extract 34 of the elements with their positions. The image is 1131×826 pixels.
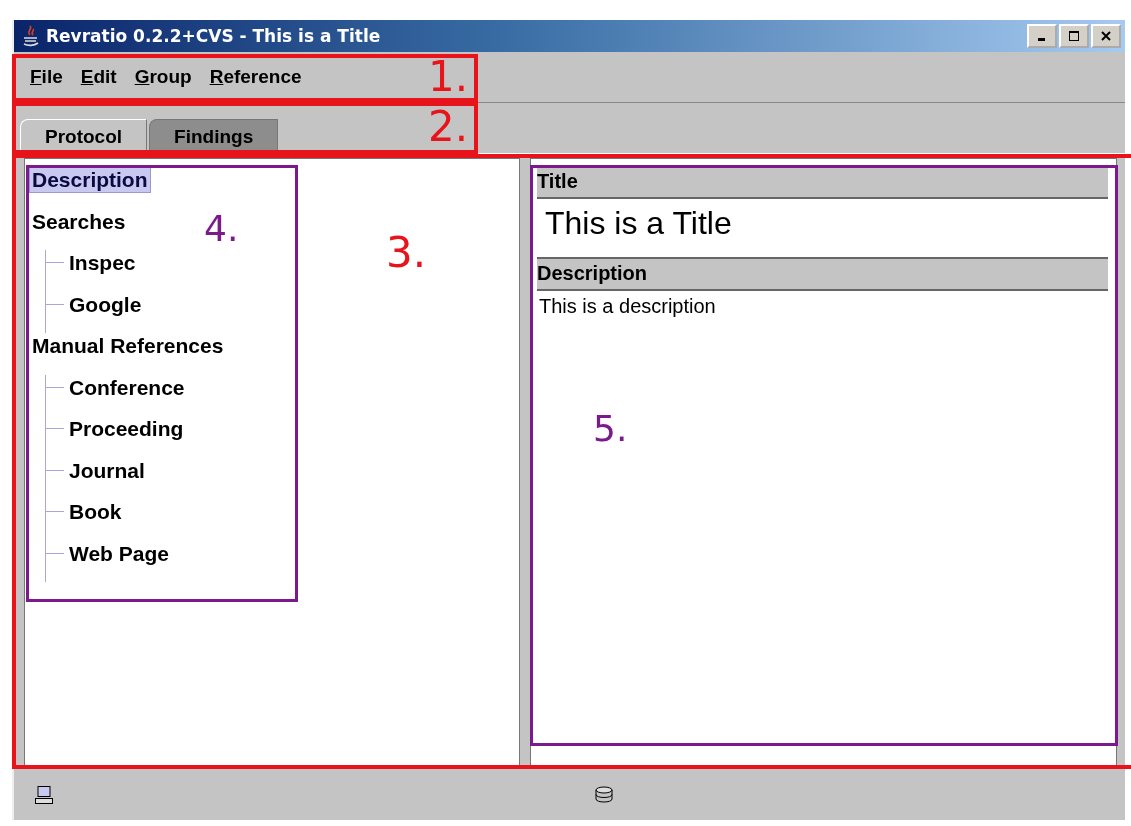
menu-item[interactable]: Group bbox=[134, 66, 192, 88]
tree-item[interactable]: Inspec bbox=[66, 250, 139, 276]
maximize-button[interactable] bbox=[1059, 24, 1089, 48]
close-button[interactable] bbox=[1091, 24, 1121, 48]
section-header: Title bbox=[537, 167, 1108, 199]
tab[interactable]: Protocol bbox=[20, 119, 148, 153]
window-title: Revratio 0.2.2+CVS - This is a Title bbox=[46, 26, 381, 46]
minimize-button[interactable] bbox=[1027, 24, 1057, 48]
section-header: Description bbox=[537, 259, 1108, 291]
tree-item[interactable]: Searches bbox=[29, 208, 129, 235]
close-icon bbox=[1101, 31, 1111, 41]
description-text[interactable]: This is a description bbox=[537, 291, 1108, 329]
maximize-icon bbox=[1069, 31, 1079, 41]
annotation-number: 2. bbox=[427, 102, 468, 151]
menu-item[interactable]: File bbox=[30, 66, 63, 88]
annotation-number: 4. bbox=[204, 208, 239, 249]
menu-item[interactable]: Edit bbox=[80, 66, 117, 88]
minimize-icon bbox=[1038, 38, 1045, 41]
menu-item[interactable]: Reference bbox=[209, 66, 302, 88]
annotation-number: 3. bbox=[386, 228, 427, 277]
tree-item[interactable]: Description bbox=[29, 167, 151, 193]
annotation-number: 5. bbox=[593, 408, 628, 449]
tree-item[interactable]: Manual References bbox=[29, 333, 227, 359]
database-icon bbox=[594, 785, 614, 805]
tab[interactable]: Findings bbox=[149, 119, 279, 153]
tree-item[interactable]: Web Page bbox=[66, 540, 172, 567]
tree-item[interactable]: Book bbox=[66, 499, 125, 525]
cup-icon bbox=[22, 25, 40, 47]
tree-item[interactable]: Conference bbox=[66, 374, 188, 401]
annotation-number: 1. bbox=[427, 52, 468, 101]
tree-item[interactable]: Proceeding bbox=[66, 416, 187, 442]
computer-icon bbox=[34, 785, 54, 805]
tree-item[interactable]: Google bbox=[66, 291, 145, 318]
tree-item[interactable]: Journal bbox=[66, 457, 148, 484]
